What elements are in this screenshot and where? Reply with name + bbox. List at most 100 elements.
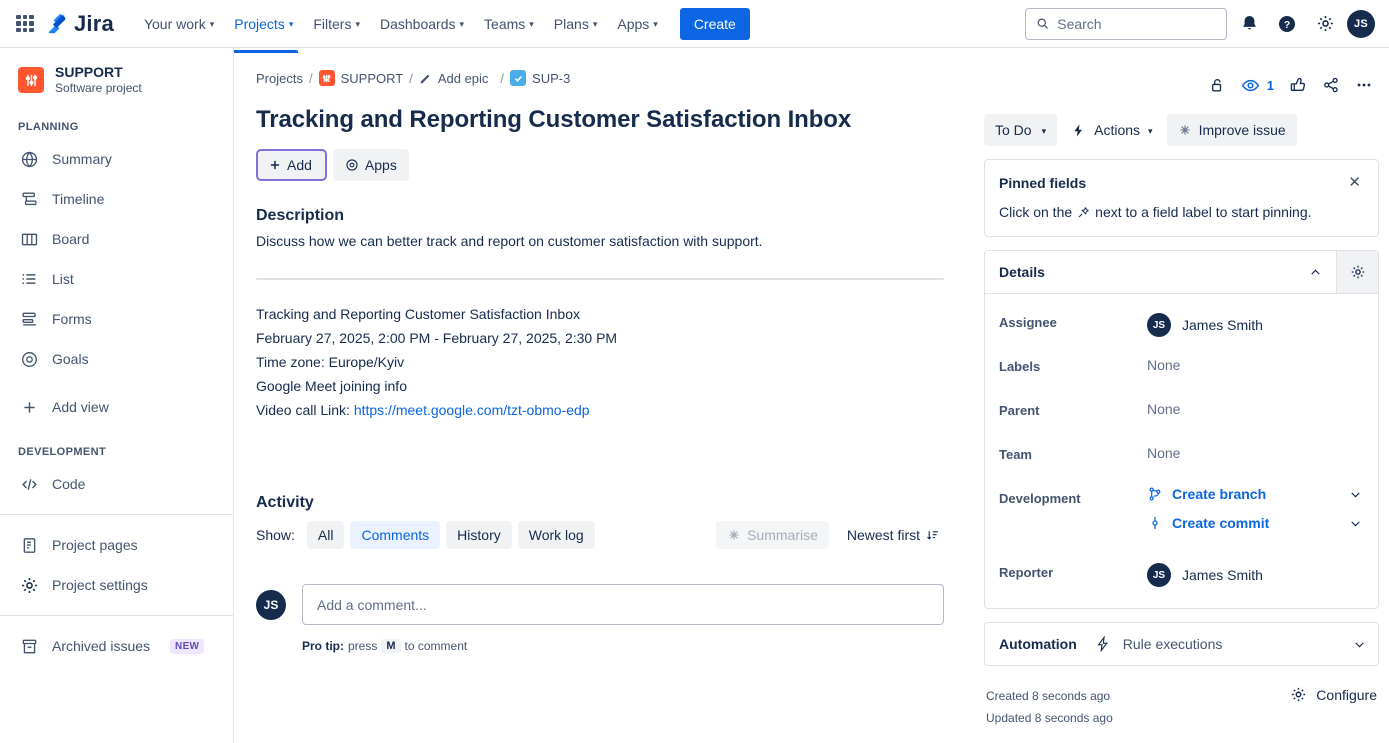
search-box[interactable] [1025, 8, 1227, 40]
close-icon[interactable]: ✕ [1345, 173, 1364, 192]
field-label: Development [999, 484, 1147, 506]
like-button[interactable] [1283, 70, 1313, 100]
breadcrumb-issue-key[interactable]: SUP-3 [532, 71, 570, 86]
add-button[interactable]: Add [256, 149, 327, 181]
sidebar-item-label: Goals [52, 352, 89, 366]
sidebar-item-add-view[interactable]: Add view [0, 387, 233, 427]
automation-subtitle: Rule executions [1123, 636, 1223, 652]
chevron-down-icon[interactable] [1353, 638, 1366, 651]
globe-icon [18, 148, 40, 170]
created-timestamp: Created 8 seconds ago [986, 685, 1113, 707]
chevron-down-icon[interactable] [1349, 517, 1364, 530]
create-branch-label: Create branch [1172, 486, 1266, 502]
tab-work-log[interactable]: Work log [518, 521, 595, 549]
video-call-label: Video call Link: [256, 402, 350, 418]
create-button[interactable]: Create [680, 8, 750, 40]
sidebar-section-planning: PLANNING [0, 121, 233, 133]
field-value[interactable]: None [1147, 396, 1364, 417]
field-parent: Parent None [999, 396, 1364, 440]
issue-right-panel: 1 To Do ▾ [974, 48, 1389, 743]
meeting-video-call-row: Video call Link: https://meet.google.com… [256, 398, 944, 422]
field-value[interactable]: JS James Smith [1147, 558, 1364, 587]
user-avatar[interactable]: JS [1347, 10, 1375, 38]
automation-title: Automation [999, 636, 1077, 652]
ai-sparkle-icon [1178, 123, 1192, 137]
jira-logo[interactable]: Jira [46, 11, 114, 37]
breadcrumb-add-epic[interactable]: Add epic [438, 71, 489, 86]
watch-count[interactable]: 1 [1267, 78, 1274, 93]
status-dropdown[interactable]: To Do ▾ [984, 114, 1057, 146]
comment-input[interactable] [302, 584, 944, 625]
search-input[interactable] [1057, 16, 1216, 32]
chevron-down-icon: ▾ [653, 20, 658, 29]
avatar: JS [1147, 563, 1171, 587]
details-title: Details [985, 264, 1295, 280]
configure-button[interactable]: Configure [1290, 685, 1377, 703]
reporter-person[interactable]: JS James Smith [1147, 563, 1364, 587]
issue-timestamps: Created 8 seconds ago Updated 8 seconds … [986, 685, 1113, 729]
nav-item-dashboards[interactable]: Dashboards ▾ [372, 9, 472, 39]
nav-item-plans[interactable]: Plans ▾ [546, 9, 606, 39]
details-fields: Assignee JS James Smith Labels None Pare… [985, 294, 1378, 608]
video-call-link[interactable]: https://meet.google.com/tzt-obmo-edp [354, 402, 590, 418]
avatar: JS [256, 590, 286, 620]
chevron-down-icon[interactable] [1349, 488, 1364, 501]
field-value[interactable]: None [1147, 352, 1364, 373]
create-commit-label: Create commit [1172, 515, 1269, 531]
sidebar-item-archived-issues[interactable]: Archived issues NEW [0, 626, 233, 666]
assignee-person[interactable]: JS James Smith [1147, 313, 1364, 337]
settings-button[interactable] [1309, 8, 1341, 40]
field-label: Assignee [999, 308, 1147, 330]
nav-item-your-work[interactable]: Your work ▾ [136, 9, 222, 39]
sidebar-item-summary[interactable]: Summary [0, 139, 233, 179]
share-button[interactable] [1316, 70, 1346, 100]
create-branch-row[interactable]: Create branch [1147, 486, 1364, 502]
create-commit-row[interactable]: Create commit [1147, 515, 1364, 531]
details-settings-button[interactable] [1336, 251, 1378, 293]
nav-item-teams[interactable]: Teams ▾ [476, 9, 542, 39]
tab-history[interactable]: History [446, 521, 512, 549]
nav-item-projects[interactable]: Projects ▾ [226, 9, 301, 39]
pinned-fields-title: Pinned fields [999, 175, 1086, 191]
status-label: To Do [995, 122, 1032, 138]
sidebar-item-timeline[interactable]: Timeline [0, 179, 233, 219]
app-switcher-icon[interactable] [14, 13, 36, 35]
sidebar-item-list[interactable]: List [0, 259, 233, 299]
nav-item-label: Your work [144, 16, 206, 32]
help-button[interactable]: ? [1271, 8, 1303, 40]
sort-order-button[interactable]: Newest first [835, 521, 944, 549]
sidebar-item-project-pages[interactable]: Project pages [0, 525, 233, 565]
field-value[interactable]: JS James Smith [1147, 308, 1364, 337]
notifications-button[interactable] [1233, 8, 1265, 40]
comment-field-wrapper: Pro tip: press M to comment [302, 584, 944, 653]
tab-all[interactable]: All [307, 521, 345, 549]
sidebar-item-code[interactable]: Code [0, 464, 233, 504]
page-document-icon [18, 534, 40, 556]
timeline-icon [18, 188, 40, 210]
improve-issue-button[interactable]: Improve issue [1167, 114, 1297, 146]
lock-unlocked-button[interactable] [1203, 70, 1233, 100]
sidebar-item-board[interactable]: Board [0, 219, 233, 259]
nav-item-apps[interactable]: Apps ▾ [609, 9, 665, 39]
apps-button[interactable]: Apps [333, 149, 409, 181]
chevron-up-icon[interactable] [1295, 266, 1336, 279]
nav-item-filters[interactable]: Filters ▾ [305, 9, 368, 39]
summarise-button[interactable]: Summarise [716, 521, 829, 549]
sidebar-project-header[interactable]: SUPPORT Software project [0, 62, 233, 96]
sidebar-item-forms[interactable]: Forms [0, 299, 233, 339]
project-sliders-icon [319, 70, 335, 86]
more-options-button[interactable] [1349, 70, 1379, 100]
watch-button[interactable] [1236, 70, 1266, 100]
tab-comments[interactable]: Comments [350, 521, 440, 549]
breadcrumb-projects[interactable]: Projects [256, 71, 303, 86]
chevron-down-icon: ▾ [593, 20, 598, 29]
description-text[interactable]: Discuss how we can better track and repo… [256, 231, 944, 251]
nav-item-label: Teams [484, 16, 525, 32]
sidebar-item-goals[interactable]: Goals [0, 339, 233, 379]
field-value[interactable]: None [1147, 440, 1364, 461]
sidebar-item-project-settings[interactable]: Project settings [0, 565, 233, 605]
issue-quick-actions: 1 [984, 70, 1379, 100]
automation-card[interactable]: Automation Rule executions [984, 622, 1379, 666]
actions-dropdown[interactable]: Actions ▾ [1063, 114, 1160, 146]
breadcrumb-project[interactable]: SUPPORT [341, 71, 404, 86]
